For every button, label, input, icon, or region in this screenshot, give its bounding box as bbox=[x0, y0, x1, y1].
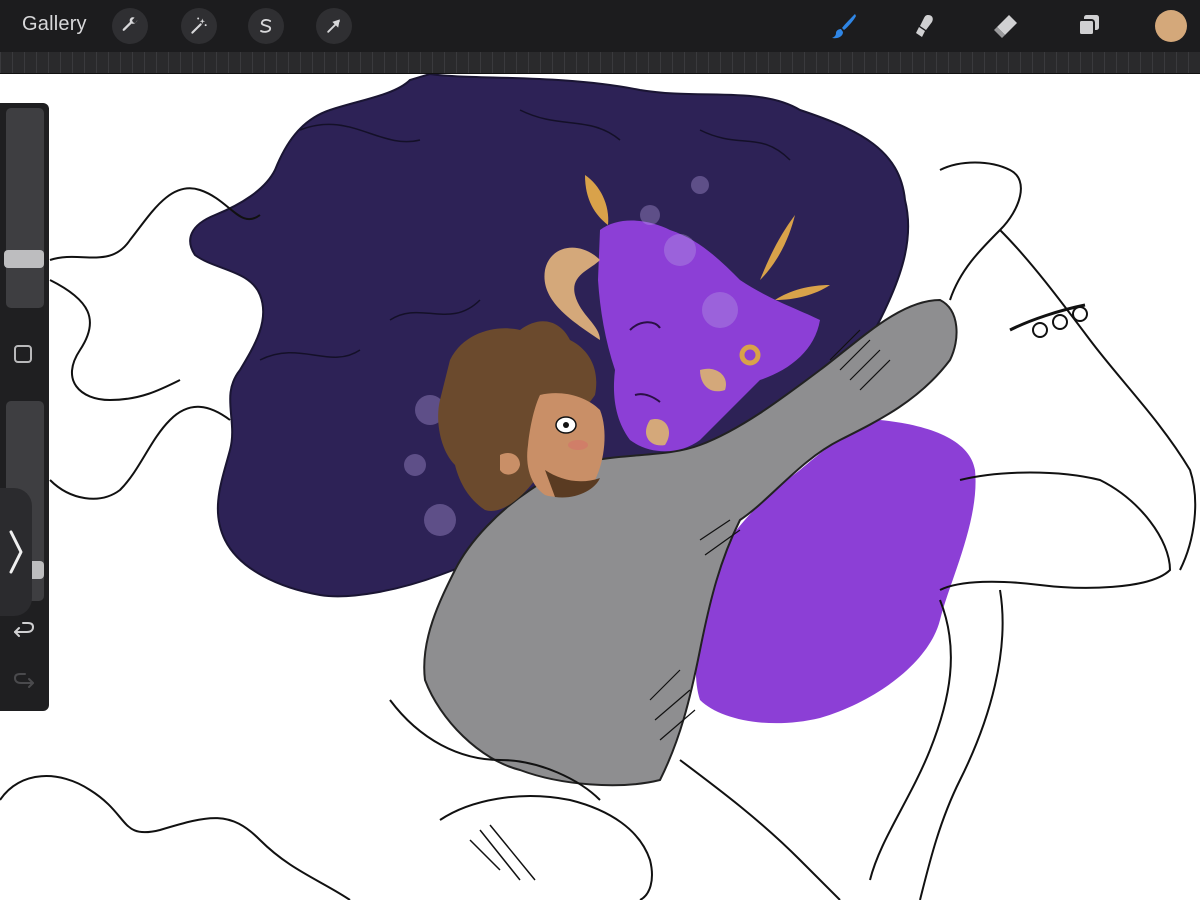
redo-button[interactable] bbox=[12, 670, 36, 694]
adjustments-button[interactable] bbox=[181, 8, 217, 44]
smudge-icon bbox=[916, 15, 933, 37]
magic-wand-icon bbox=[191, 17, 207, 34]
transform-button[interactable] bbox=[316, 8, 352, 44]
drawing-canvas[interactable] bbox=[0, 72, 1200, 900]
procreate-app: Gallery bbox=[0, 0, 1200, 900]
artwork bbox=[0, 72, 1197, 900]
side-panel bbox=[0, 103, 49, 711]
gallery-button[interactable]: Gallery bbox=[22, 13, 87, 36]
selection-button[interactable] bbox=[248, 8, 284, 44]
brush-size-slider[interactable] bbox=[6, 108, 44, 308]
brush-size-thumb[interactable] bbox=[4, 249, 44, 268]
redo-icon bbox=[13, 673, 34, 688]
undo-button[interactable] bbox=[12, 619, 36, 643]
erase-tool-button[interactable] bbox=[990, 10, 1022, 42]
color-picker-button[interactable] bbox=[1155, 10, 1187, 42]
selection-s-icon bbox=[260, 18, 272, 33]
layers-icon bbox=[1078, 15, 1099, 36]
wrench-icon bbox=[122, 17, 138, 31]
smudge-tool-button[interactable] bbox=[908, 10, 940, 42]
top-toolbar: Gallery bbox=[0, 0, 1200, 52]
sidebar-expand-button[interactable] bbox=[0, 488, 32, 616]
layers-button[interactable] bbox=[1073, 10, 1105, 42]
paint-tool-button[interactable] bbox=[828, 10, 860, 42]
brush-icon bbox=[832, 14, 856, 39]
actions-button[interactable] bbox=[112, 8, 148, 44]
arrow-cursor-icon bbox=[327, 19, 340, 33]
undo-icon bbox=[14, 622, 35, 637]
chevron-right-icon bbox=[9, 530, 23, 574]
modify-square-icon[interactable] bbox=[14, 345, 32, 363]
eraser-icon bbox=[994, 15, 1017, 38]
toolbar-divider bbox=[0, 52, 1200, 74]
